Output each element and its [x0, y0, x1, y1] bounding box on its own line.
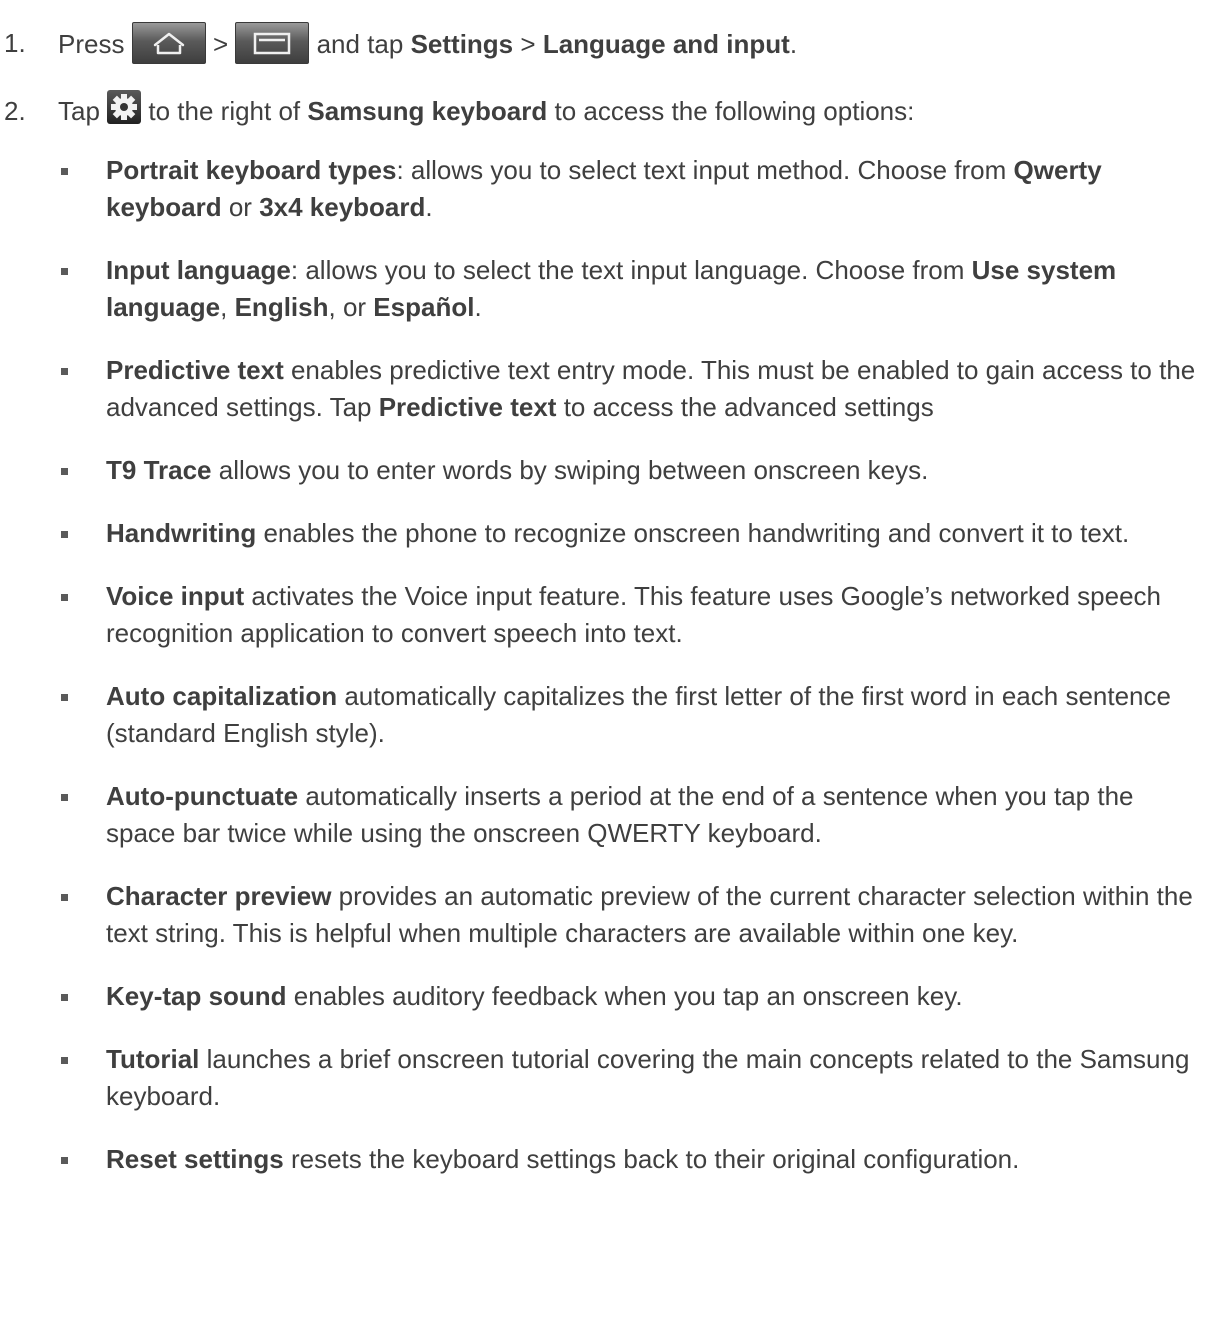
step-number: 2.: [4, 96, 26, 126]
list-item: Auto capitalization automatically capita…: [58, 678, 1199, 752]
option-value: English: [234, 292, 329, 323]
option-text: enables auditory feedback when you tap a…: [286, 981, 963, 1012]
language-and-input-term: Language and input: [542, 28, 790, 59]
bullet: [61, 368, 68, 376]
separator: >: [520, 28, 536, 59]
bullet: [61, 994, 68, 1002]
option-term: T9 Trace: [106, 455, 212, 486]
list-item: Auto-punctuate automatically inserts a p…: [58, 778, 1199, 852]
menu-key-icon: [235, 22, 310, 64]
option-text: resets the keyboard settings back to the…: [283, 1144, 1020, 1175]
step-text: Press: [58, 28, 125, 59]
option-text: launches a brief onscreen tutorial cover…: [106, 1044, 1190, 1112]
option-term: Handwriting: [106, 518, 257, 549]
option-text: enables the phone to recognize onscreen …: [256, 518, 1130, 549]
step-2: 2. Tap to the right of Samsung keyboard …: [0, 90, 1219, 1178]
gear-icon: [107, 90, 142, 125]
bullet: [61, 168, 68, 176]
option-text: , or: [328, 292, 374, 323]
option-value: 3x4 keyboard: [259, 192, 426, 223]
step-period: .: [789, 28, 798, 59]
step-text: to the right of: [148, 96, 301, 126]
bullet: [61, 268, 68, 276]
option-term: Predictive text: [106, 355, 284, 386]
bullet: [61, 894, 68, 902]
option-term: Voice input: [106, 581, 245, 612]
list-item: Character preview provides an automatic …: [58, 878, 1199, 952]
option-text: or: [221, 192, 260, 223]
option-term: Auto-punctuate: [106, 781, 299, 812]
option-term: Character preview: [106, 881, 332, 912]
step-1: 1. Press > and tap Settings > Language a…: [0, 22, 1219, 67]
bullet: [61, 1157, 68, 1165]
list-item: Input language: allows you to select the…: [58, 252, 1199, 326]
option-term: Portrait keyboard types: [106, 155, 397, 186]
step-text: and tap: [316, 28, 404, 59]
option-text: activates the Voice input feature. This …: [106, 581, 1162, 649]
bullet: [61, 594, 68, 602]
option-term: Auto capitalization: [106, 681, 338, 712]
option-text: .: [425, 192, 433, 223]
step-number: 1.: [4, 28, 26, 58]
list-item: Portrait keyboard types: allows you to s…: [58, 152, 1199, 226]
option-term: Reset settings: [106, 1144, 284, 1175]
options-list: Portrait keyboard types: allows you to s…: [58, 152, 1199, 1178]
samsung-keyboard-term: Samsung keyboard: [307, 96, 548, 126]
bullet: [61, 694, 68, 702]
step-text: Tap: [58, 96, 100, 126]
option-value: Español: [373, 292, 475, 323]
list-item: Voice input activates the Voice input fe…: [58, 578, 1199, 652]
settings-term: Settings: [410, 28, 514, 59]
option-text: : allows you to select text input method…: [396, 155, 1014, 186]
option-term: Key-tap sound: [106, 981, 287, 1012]
list-item: Predictive text enables predictive text …: [58, 352, 1199, 426]
home-key-icon: [131, 22, 206, 64]
option-text: : allows you to select the text input la…: [290, 255, 972, 286]
step-text: to access the following options:: [554, 96, 915, 126]
option-term: Input language: [106, 255, 291, 286]
document: 1. Press > and tap Settings > Language a…: [0, 0, 1219, 1178]
separator: >: [212, 28, 229, 59]
list-item: Handwriting enables the phone to recogni…: [58, 515, 1199, 552]
option-text: ,: [220, 292, 235, 323]
bullet: [61, 794, 68, 802]
option-text: allows you to enter words by swiping bet…: [211, 455, 929, 486]
list-item: Tutorial launches a brief onscreen tutor…: [58, 1041, 1199, 1115]
option-term: Tutorial: [106, 1044, 200, 1075]
bullet: [61, 1057, 68, 1065]
list-item: Reset settings resets the keyboard setti…: [58, 1141, 1199, 1178]
option-value: Predictive text: [378, 392, 557, 423]
bullet: [61, 531, 68, 539]
list-item: Key-tap sound enables auditory feedback …: [58, 978, 1199, 1015]
option-text: .: [474, 292, 482, 323]
option-text: to access the advanced settings: [556, 392, 934, 423]
bullet: [61, 468, 68, 476]
list-item: T9 Trace allows you to enter words by sw…: [58, 452, 1199, 489]
